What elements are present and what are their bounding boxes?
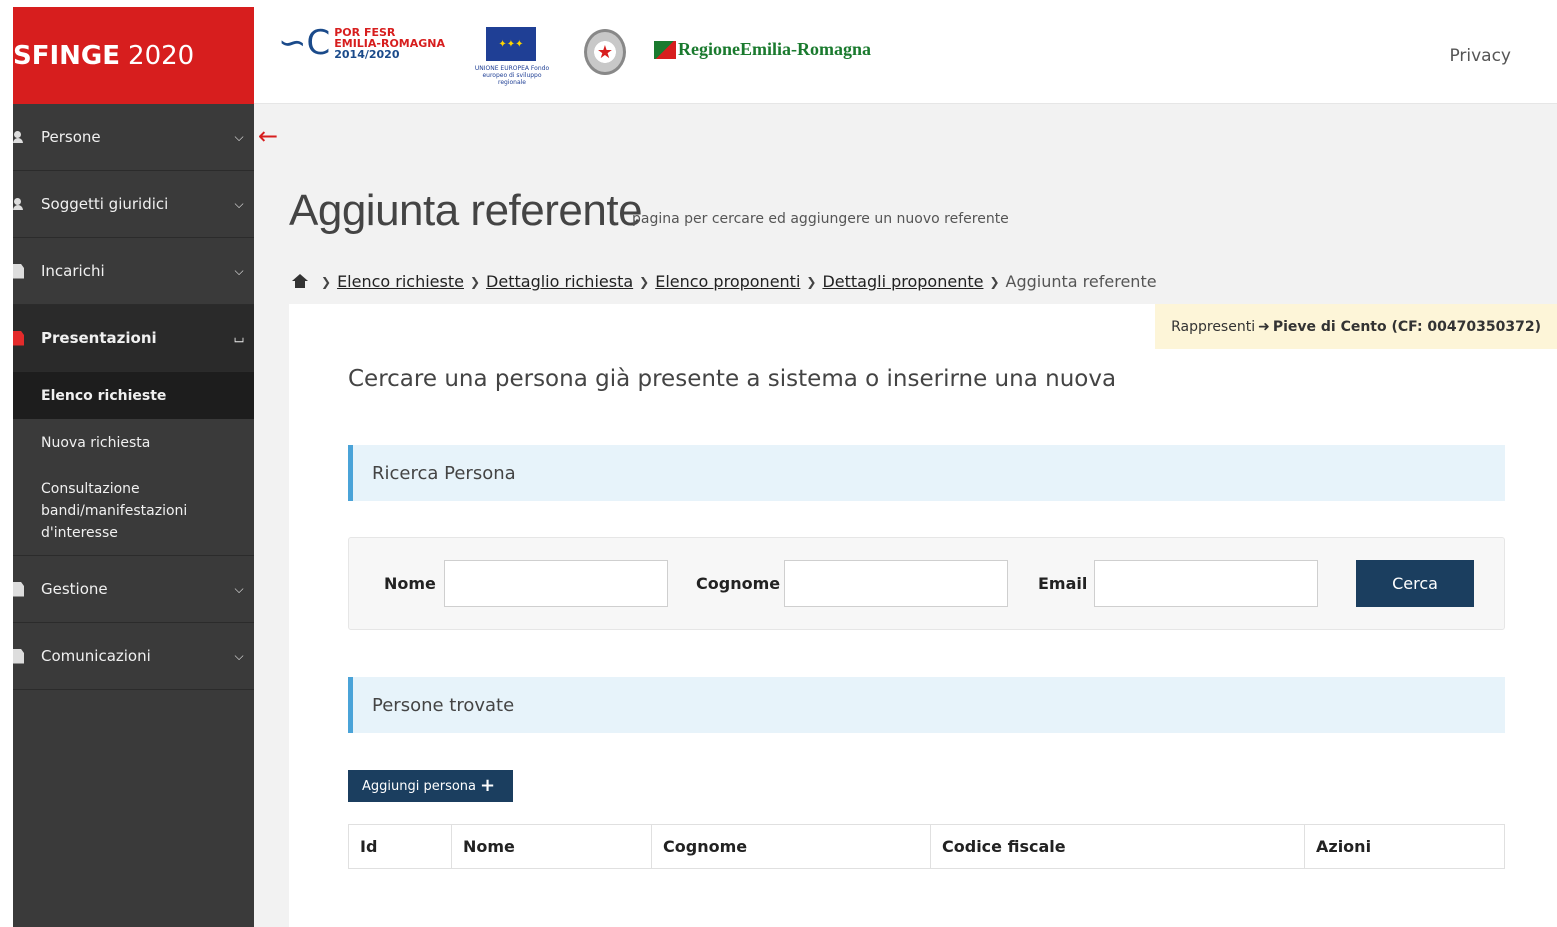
eu-caption: UNIONE EUROPEA Fondo europeo di sviluppo… xyxy=(474,65,550,86)
email-label: Email xyxy=(1038,574,1088,593)
breadcrumb-dettagli-proponente[interactable]: Dettagli proponente xyxy=(822,272,983,291)
fesr-mark-icon: ∽C xyxy=(278,23,331,63)
eu-logo: ✦✦✦ UNIONE EUROPEA Fondo europeo di svil… xyxy=(468,27,556,86)
sidebar-item-comunicazioni[interactable]: Comunicazioni ⌵ xyxy=(13,623,254,690)
rappresenti-value: Pieve di Cento (CF: 00470350372) xyxy=(1272,318,1541,335)
breadcrumb-elenco-richieste[interactable]: Elenco richieste xyxy=(337,272,464,291)
sidebar-item-persone[interactable]: Persone ⌵ xyxy=(13,104,254,171)
sidebar-item-gestione[interactable]: Gestione ⌵ xyxy=(13,556,254,623)
file-icon xyxy=(13,581,24,597)
file-icon xyxy=(13,648,24,664)
column-header-azioni: Azioni xyxy=(1304,824,1505,869)
chevron-down-icon: ⌵ xyxy=(234,581,244,596)
breadcrumb-separator-icon: ❯ xyxy=(806,274,817,289)
sidebar-item-incarichi[interactable]: Incarichi ⌵ xyxy=(13,238,254,305)
regione-emilia-romagna-logo: RegioneEmilia-Romagna xyxy=(654,39,871,60)
table-header-row: Id Nome Cognome Codice fiscale Azioni xyxy=(348,824,1505,869)
sidebar-item-presentazioni[interactable]: Presentazioni ⌴ xyxy=(13,305,254,372)
file-icon xyxy=(13,330,24,346)
aggiungi-persona-button[interactable]: Aggiungi persona + xyxy=(348,770,514,802)
brand-name: SFINGE xyxy=(13,40,121,71)
file-icon xyxy=(13,263,24,279)
sidebar-subitem-nuova-richiesta[interactable]: Nuova richiesta xyxy=(13,419,254,466)
column-header-cognome[interactable]: Cognome xyxy=(651,824,931,869)
search-form: Nome Cognome Email Cerca xyxy=(348,537,1505,630)
chevron-down-icon: ⌵ xyxy=(234,196,244,211)
page-title: Aggiunta referente xyxy=(289,186,643,235)
rappresenti-badge: Rappresenti ➜ Pieve di Cento (CF: 004703… xyxy=(1155,304,1557,349)
por-fesr-logo: ∽C POR FESR EMILIA-ROMAGNA 2014/2020 xyxy=(278,26,445,60)
column-header-nome[interactable]: Nome xyxy=(451,824,652,869)
chevron-down-icon: ⌵ xyxy=(234,648,244,663)
fesr-line1: POR FESR xyxy=(334,25,396,39)
content-panel: Rappresenti ➜ Pieve di Cento (CF: 004703… xyxy=(289,304,1557,927)
nome-label: Nome xyxy=(384,574,436,593)
sidebar-subitem-label: Consultazione bandi/manifestazioni d'int… xyxy=(41,480,188,541)
sidebar-item-label: Soggetti giuridici xyxy=(41,195,169,213)
sidebar-item-label: Persone xyxy=(41,128,101,146)
sidebar-subitem-consultazione-bandi[interactable]: Consultazione bandi/manifestazioni d'int… xyxy=(13,466,254,556)
section-ricerca-persona: Ricerca Persona xyxy=(348,445,1505,501)
eu-flag-icon: ✦✦✦ xyxy=(486,27,536,61)
people-icon xyxy=(13,131,31,143)
home-icon[interactable] xyxy=(291,274,309,289)
regione-name: RegioneEmilia-Romagna xyxy=(678,39,871,59)
results-table: Id Nome Cognome Codice fiscale Azioni xyxy=(348,824,1505,869)
sidebar: SFINGE 2020 Persone ⌵ Soggetti giuridici… xyxy=(13,7,254,927)
main-content: ← Aggiunta referente pagina per cercare … xyxy=(254,104,1557,927)
intro-text: Cercare una persona già presente a siste… xyxy=(348,366,1117,392)
regione-flag-icon xyxy=(654,40,676,59)
breadcrumb-separator-icon: ❯ xyxy=(989,274,1000,289)
column-header-id[interactable]: Id xyxy=(348,824,452,869)
cerca-button[interactable]: Cerca xyxy=(1356,560,1474,607)
cognome-label: Cognome xyxy=(696,574,781,593)
breadcrumb-separator-icon: ❯ xyxy=(469,274,481,289)
plus-icon: + xyxy=(480,775,496,796)
sidebar-item-label: Gestione xyxy=(41,580,108,598)
privacy-link[interactable]: Privacy xyxy=(1449,46,1511,66)
email-input[interactable] xyxy=(1094,560,1318,607)
fesr-line3: 2014/2020 xyxy=(334,47,400,61)
breadcrumb-separator-icon: ❯ xyxy=(639,274,650,289)
app-brand[interactable]: SFINGE 2020 xyxy=(13,7,254,104)
chevron-down-icon: ⌵ xyxy=(234,263,244,278)
arrow-right-icon: ➜ xyxy=(1258,318,1270,335)
people-icon xyxy=(13,198,31,210)
breadcrumb-elenco-proponenti[interactable]: Elenco proponenti xyxy=(655,272,800,291)
breadcrumb: ❯ Elenco richieste ❯ Dettaglio richiesta… xyxy=(291,272,1157,291)
rappresenti-label: Rappresenti xyxy=(1171,318,1256,335)
breadcrumb-dettaglio-richiesta[interactable]: Dettaglio richiesta xyxy=(486,272,633,291)
sidebar-item-label: Incarichi xyxy=(41,262,105,280)
aggiungi-persona-label: Aggiungi persona xyxy=(362,778,477,794)
sidebar-item-label: Comunicazioni xyxy=(41,647,151,665)
italian-emblem-icon: ★ xyxy=(584,29,626,75)
brand-year: 2020 xyxy=(128,40,195,71)
top-header: ∽C POR FESR EMILIA-ROMAGNA 2014/2020 ✦✦✦… xyxy=(254,7,1557,104)
back-arrow-icon[interactable]: ← xyxy=(258,122,278,150)
page-subtitle: pagina per cercare ed aggiungere un nuov… xyxy=(632,211,1009,227)
fesr-line2: EMILIA-ROMAGNA xyxy=(334,36,445,50)
chevron-down-icon: ⌵ xyxy=(234,129,244,144)
breadcrumb-separator-icon: ❯ xyxy=(321,274,332,289)
sidebar-item-soggetti-giuridici[interactable]: Soggetti giuridici ⌵ xyxy=(13,171,254,238)
breadcrumb-current: Aggiunta referente xyxy=(1005,272,1157,291)
column-header-codice-fiscale[interactable]: Codice fiscale xyxy=(930,824,1305,869)
section-persone-trovate: Persone trovate xyxy=(348,677,1505,733)
sidebar-item-label: Presentazioni xyxy=(41,329,157,347)
nome-input[interactable] xyxy=(444,560,668,607)
chevron-up-icon: ⌴ xyxy=(234,330,244,345)
cognome-input[interactable] xyxy=(784,560,1008,607)
sidebar-subitem-elenco-richieste[interactable]: Elenco richieste xyxy=(13,372,254,419)
